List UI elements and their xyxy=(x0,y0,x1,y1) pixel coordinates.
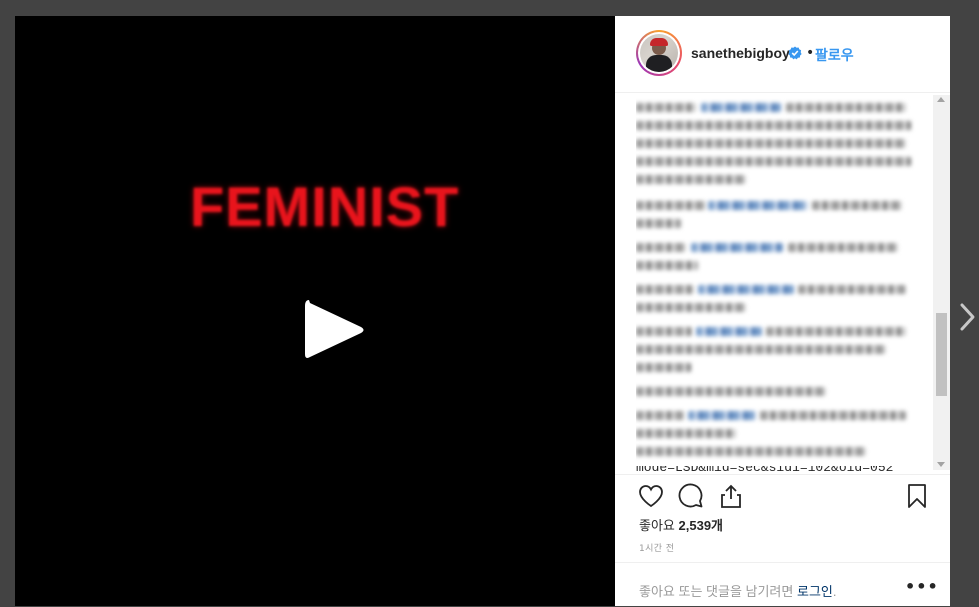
verified-badge-icon xyxy=(788,46,802,60)
login-link[interactable]: 로그인 xyxy=(797,584,833,599)
blurred-comment-line xyxy=(786,103,906,112)
bookmark-icon[interactable] xyxy=(904,483,930,509)
video-player[interactable]: FEMINIST xyxy=(15,16,615,606)
blurred-comment-line xyxy=(636,345,886,354)
blurred-comment-line xyxy=(636,363,691,372)
blurred-comment-link xyxy=(701,103,781,112)
username-link[interactable]: sanethebigboy xyxy=(691,45,790,61)
blurred-comment-line xyxy=(636,447,866,456)
scroll-down-arrow-icon[interactable] xyxy=(937,462,945,467)
more-options-button[interactable]: ••• xyxy=(905,577,939,596)
blurred-comment-line xyxy=(636,219,681,228)
blurred-comment-line xyxy=(636,327,692,336)
likes-label: 좋아요 xyxy=(639,518,675,533)
blurred-comment-link xyxy=(698,285,794,294)
blurred-comment-line xyxy=(798,285,906,294)
blurred-comment-line xyxy=(636,121,911,130)
blurred-comment-line xyxy=(636,261,698,270)
scrollbar-thumb[interactable] xyxy=(936,313,947,396)
login-bar: 좋아요 또는 댓글을 남기려면 로그인. ••• xyxy=(615,562,950,607)
separator-dot: • xyxy=(806,45,815,61)
blurred-comment-link xyxy=(688,411,756,420)
blurred-comment-line xyxy=(788,243,898,252)
blurred-comment-line xyxy=(766,327,906,336)
blurred-comment-line xyxy=(636,411,684,420)
blurred-comment-line xyxy=(636,103,696,112)
blurred-comment-line xyxy=(636,175,746,184)
play-icon[interactable] xyxy=(301,296,367,364)
post-timestamp[interactable]: 1시간 전 xyxy=(639,541,674,554)
comments-list xyxy=(636,95,931,470)
login-prompt-text: 좋아요 또는 댓글을 남기려면 xyxy=(639,584,794,599)
blurred-comment-line xyxy=(636,387,826,396)
action-bar xyxy=(615,474,950,515)
blurred-comment-line xyxy=(636,285,694,294)
blurred-comment-line xyxy=(760,411,906,420)
chevron-right-icon[interactable] xyxy=(958,300,978,334)
post-header: sanethebigboy • 팔로우 xyxy=(615,16,950,93)
post-panel: sanethebigboy • 팔로우 mode=LSD&mid=sec&sid… xyxy=(615,16,950,606)
likes-number: 2,539개 xyxy=(678,518,724,533)
likes-count[interactable]: 좋아요 2,539개 xyxy=(639,515,723,534)
blurred-comment-link xyxy=(696,327,762,336)
blurred-comment-line xyxy=(636,303,746,312)
heart-icon[interactable] xyxy=(638,483,664,509)
blurred-comment-line xyxy=(636,157,911,166)
follow-button[interactable]: 팔로우 xyxy=(815,45,854,65)
blurred-comment-line xyxy=(636,139,906,148)
login-suffix: . xyxy=(832,584,837,599)
video-overlay-text: FEMINIST xyxy=(190,175,460,238)
blurred-comment-line xyxy=(636,429,736,438)
blurred-comment-line xyxy=(636,243,686,252)
blurred-comment-line xyxy=(812,201,902,210)
blurred-comment-line xyxy=(636,201,706,210)
comment-icon[interactable] xyxy=(678,483,704,509)
comments-scrollbar[interactable] xyxy=(933,95,950,470)
scroll-up-arrow-icon[interactable] xyxy=(937,97,945,102)
avatar[interactable] xyxy=(636,30,682,76)
share-icon[interactable] xyxy=(718,483,744,509)
login-prompt: 좋아요 또는 댓글을 남기려면 로그인. xyxy=(639,581,837,600)
blurred-comment-link xyxy=(691,243,783,252)
blurred-comment-link xyxy=(708,201,808,210)
